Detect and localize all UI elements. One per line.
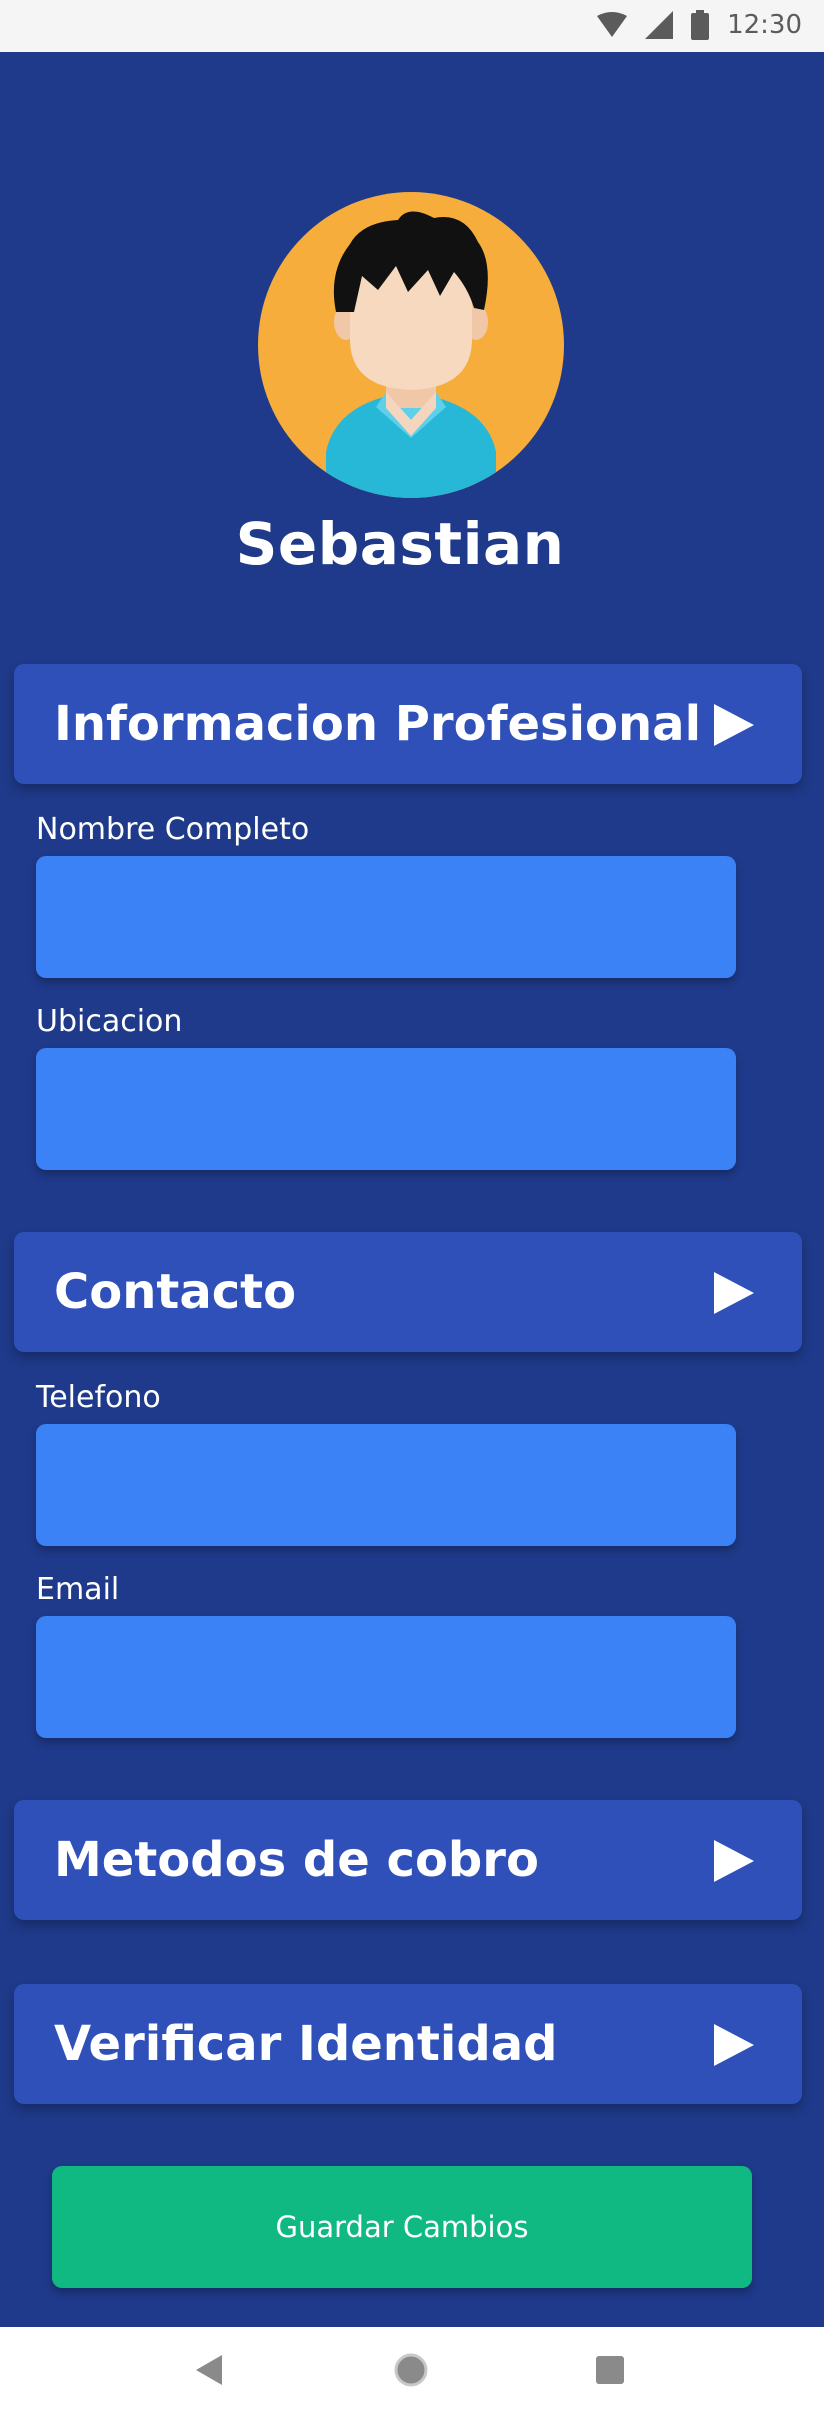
- phone-input[interactable]: [36, 1424, 736, 1546]
- play-arrow-icon: [714, 1272, 754, 1314]
- section-professional-info[interactable]: Informacion Profesional: [14, 664, 802, 784]
- play-arrow-icon: [714, 1840, 754, 1882]
- wifi-icon: [597, 12, 628, 37]
- save-changes-button[interactable]: Guardar Cambios: [52, 2166, 752, 2288]
- play-arrow-icon: [714, 2024, 754, 2066]
- status-time: 12:30: [727, 10, 802, 40]
- section-title: Verificar Identidad: [54, 2016, 558, 2072]
- battery-icon: [691, 10, 710, 40]
- status-bar: 12:30: [0, 0, 824, 52]
- recents-icon[interactable]: [596, 2356, 624, 2384]
- section-verify-identity[interactable]: Verificar Identidad: [14, 1984, 802, 2104]
- back-icon[interactable]: [196, 2355, 222, 2385]
- section-payment-methods[interactable]: Metodos de cobro: [14, 1800, 802, 1920]
- full-name-input[interactable]: [36, 856, 736, 978]
- cell-signal-icon: [645, 11, 674, 39]
- play-arrow-icon: [714, 704, 754, 746]
- field-label-phone: Telefono: [36, 1380, 161, 1415]
- system-nav-bar: [0, 2327, 824, 2412]
- profile-name: Sebastian: [235, 510, 565, 578]
- home-icon[interactable]: [394, 2353, 428, 2387]
- avatar-boy-icon: [326, 211, 496, 498]
- section-title: Contacto: [54, 1264, 297, 1320]
- profile-screen: Sebastian Informacion Profesional Nombre…: [0, 52, 824, 2327]
- section-title: Informacion Profesional: [54, 696, 702, 752]
- field-label-location: Ubicacion: [36, 1004, 183, 1039]
- field-label-full-name: Nombre Completo: [36, 812, 310, 847]
- status-icons: 12:30: [597, 10, 802, 40]
- section-contact[interactable]: Contacto: [14, 1232, 802, 1352]
- avatar: [258, 192, 564, 498]
- location-input[interactable]: [36, 1048, 736, 1170]
- email-input[interactable]: [36, 1616, 736, 1738]
- field-label-email: Email: [36, 1572, 120, 1607]
- section-title: Metodos de cobro: [54, 1832, 539, 1888]
